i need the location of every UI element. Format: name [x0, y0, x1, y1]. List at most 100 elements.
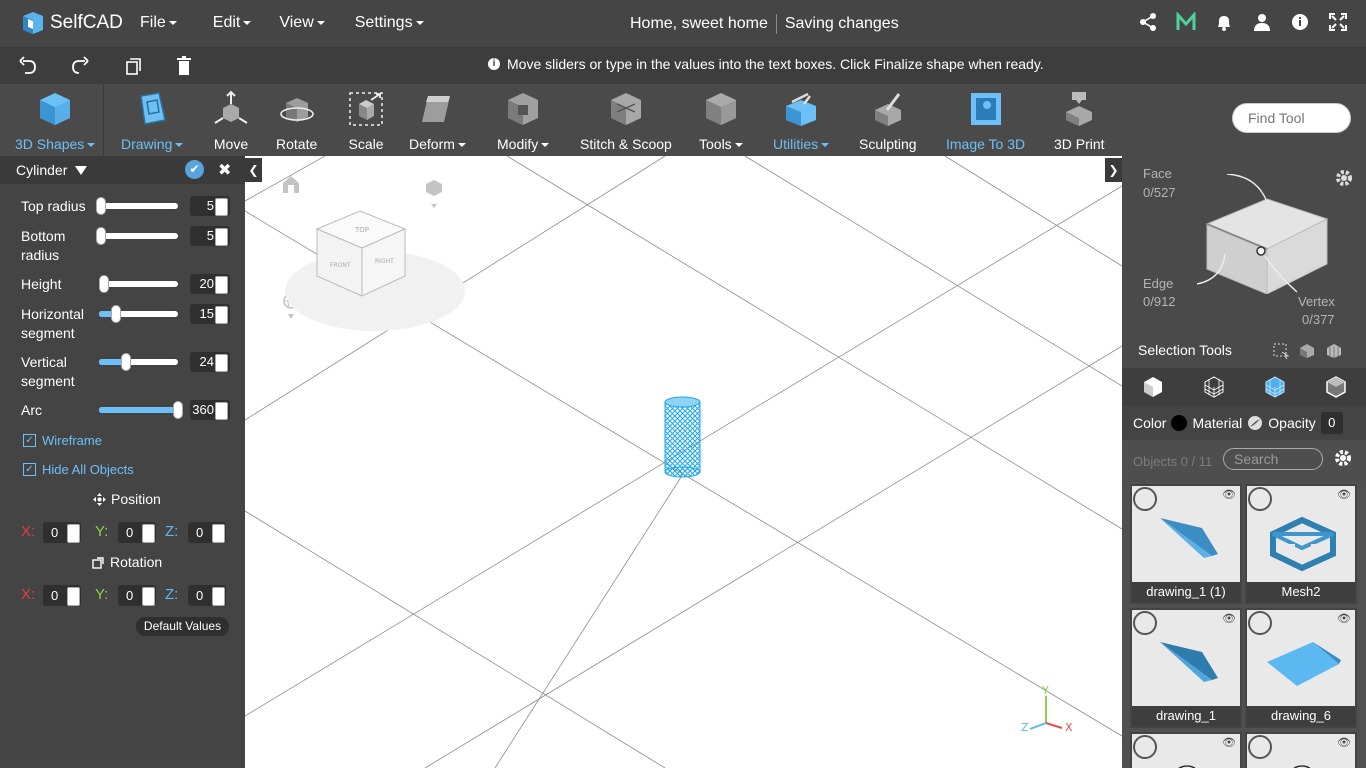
rotation-y-input[interactable]: 0 — [118, 585, 156, 606]
objects-settings-gear-icon[interactable] — [1333, 448, 1353, 468]
menu-settings[interactable]: Settings — [355, 14, 424, 32]
wireframe-checkbox[interactable]: ✓ Wireframe — [23, 433, 102, 448]
share-icon[interactable] — [1138, 12, 1158, 32]
slider-handle[interactable] — [98, 275, 109, 293]
slider-handle[interactable] — [120, 353, 131, 371]
collapse-right-panel-button[interactable]: ❯ — [1105, 158, 1122, 182]
tool-rotate-label: Rotate — [276, 136, 318, 152]
user-icon[interactable] — [1252, 12, 1272, 32]
tool-move[interactable]: Move — [212, 90, 250, 152]
help-icon[interactable] — [1290, 12, 1310, 32]
position-y-input[interactable]: 0 — [118, 522, 156, 543]
tool-3d-shapes[interactable]: 3D Shapes — [15, 90, 95, 152]
eye-slash-icon[interactable]: 👁 — [1222, 488, 1236, 501]
tool-sculpting[interactable]: Sculpting — [859, 90, 917, 152]
object-card-drawing-1[interactable]: 👁 drawing_1 — [1130, 608, 1242, 728]
tool-3d-print[interactable]: 3D Print — [1054, 90, 1105, 152]
menu-edit[interactable]: Edit — [213, 14, 252, 32]
arc-slider[interactable] — [99, 401, 183, 419]
material-label[interactable]: Material — [1192, 415, 1242, 431]
slider-handle[interactable] — [111, 305, 122, 323]
object-card-drawing-1-1[interactable]: 👁 drawing_1 (1) — [1130, 484, 1242, 604]
tab-object-mode[interactable] — [1122, 368, 1183, 406]
shape-title[interactable]: Cylinder — [16, 162, 67, 178]
copy-icon[interactable] — [122, 56, 142, 76]
tool-modify[interactable]: Modify — [497, 90, 549, 152]
field-horizontal-segment-label: Horizontal segment — [21, 306, 85, 341]
vertical-segment-input[interactable]: 24 — [190, 352, 230, 372]
top-radius-input[interactable]: 5 — [190, 196, 230, 216]
find-tool-input[interactable]: Find Tool — [1232, 103, 1351, 133]
tool-deform[interactable]: Deform — [409, 90, 466, 152]
fullscreen-icon[interactable] — [1328, 12, 1348, 32]
tool-rotate[interactable]: Rotate — [276, 90, 317, 152]
rotation-z-input[interactable]: 0 — [188, 585, 226, 606]
tool-stitch-scoop[interactable]: Stitch & Scoop — [580, 90, 672, 152]
tool-scale[interactable]: Scale — [347, 90, 385, 152]
select-connected-icon[interactable] — [1299, 343, 1315, 359]
trash-icon[interactable] — [174, 56, 194, 76]
height-slider[interactable] — [98, 275, 178, 293]
view-cube[interactable]: TOP FRONT RIGHT — [285, 210, 465, 331]
object-select-radio[interactable] — [1248, 487, 1272, 511]
finalize-shape-button[interactable]: ✔ — [185, 160, 204, 179]
undo-icon[interactable] — [18, 56, 38, 76]
object-card-mesh2[interactable]: 👁 Mesh2 — [1245, 484, 1357, 604]
position-z-input[interactable]: 0 — [188, 522, 226, 543]
color-swatch[interactable] — [1171, 415, 1188, 431]
object-card-partial[interactable]: 👁 — [1245, 732, 1357, 768]
menu-view[interactable]: View — [279, 14, 324, 32]
viewport-canvas[interactable]: TOP FRONT RIGHT Y X Z — [245, 156, 1122, 768]
eye-slash-icon[interactable]: 👁 — [1337, 612, 1351, 625]
position-x-input[interactable]: 0 — [43, 522, 81, 543]
opacity-input[interactable]: 0 — [1320, 412, 1343, 434]
tab-xray-mode[interactable] — [1305, 368, 1366, 406]
tab-wireframe-mode[interactable] — [1244, 368, 1305, 406]
3d-viewport[interactable]: TOP FRONT RIGHT Y X Z — [245, 156, 1122, 768]
object-select-radio[interactable] — [1133, 487, 1157, 511]
cylinder-wireframe[interactable] — [664, 396, 701, 478]
vertex-label[interactable]: Vertex — [1298, 293, 1335, 311]
shape-dropdown-icon[interactable] — [75, 165, 88, 175]
default-values-button[interactable]: Default Values — [136, 617, 229, 636]
bell-icon[interactable] — [1214, 12, 1234, 32]
material-icon[interactable] — [1247, 415, 1263, 431]
tool-image-to-3d[interactable]: Image To 3D — [946, 90, 1025, 152]
eye-slash-icon[interactable]: 👁 — [1337, 488, 1351, 501]
document-title[interactable]: Home, sweet home — [630, 15, 768, 33]
object-select-radio[interactable] — [1133, 611, 1157, 635]
close-panel-button[interactable]: ✖ — [218, 160, 231, 180]
tab-mesh-mode[interactable] — [1183, 368, 1244, 406]
hide-all-objects-checkbox[interactable]: ✓ Hide All Objects — [23, 462, 134, 477]
object-card-drawing-6[interactable]: 👁 drawing_6 — [1245, 608, 1357, 728]
redo-icon[interactable] — [70, 56, 90, 76]
face-label[interactable]: Face — [1143, 165, 1172, 183]
tool-tools[interactable]: Tools — [699, 90, 743, 152]
magicfix-icon[interactable] — [1176, 12, 1196, 32]
horizontal-segment-slider[interactable] — [99, 305, 178, 323]
tool-utilities[interactable]: Utilities — [773, 90, 829, 152]
tool-drawing[interactable]: Drawing — [121, 90, 183, 152]
slider-handle[interactable] — [173, 401, 183, 419]
object-card-partial[interactable]: 👁 — [1130, 732, 1242, 768]
rotation-x-input[interactable]: 0 — [43, 585, 81, 606]
eye-slash-icon[interactable]: 👁 — [1222, 612, 1236, 625]
top-radius-slider[interactable] — [95, 197, 178, 215]
menu-file[interactable]: File — [140, 14, 177, 32]
collapse-left-panel-button[interactable]: ❮ — [245, 158, 262, 182]
view-orientation-icon[interactable] — [426, 180, 442, 208]
bottom-radius-input[interactable]: 5 — [190, 226, 230, 246]
bottom-radius-slider[interactable] — [95, 227, 178, 245]
app-logo[interactable]: SelfCAD — [20, 10, 123, 36]
select-all-icon[interactable] — [1326, 343, 1342, 359]
object-select-radio[interactable] — [1248, 611, 1272, 635]
select-region-icon[interactable] — [1273, 343, 1289, 359]
vertical-segment-slider[interactable] — [99, 353, 178, 371]
slider-handle[interactable] — [95, 197, 106, 215]
height-input[interactable]: 20 — [190, 274, 230, 294]
arc-input[interactable]: 360 — [190, 400, 230, 420]
objects-search-input[interactable]: Search — [1223, 448, 1323, 470]
edge-label[interactable]: Edge — [1143, 275, 1173, 293]
slider-handle[interactable] — [95, 227, 106, 245]
horizontal-segment-input[interactable]: 15 — [190, 304, 230, 324]
